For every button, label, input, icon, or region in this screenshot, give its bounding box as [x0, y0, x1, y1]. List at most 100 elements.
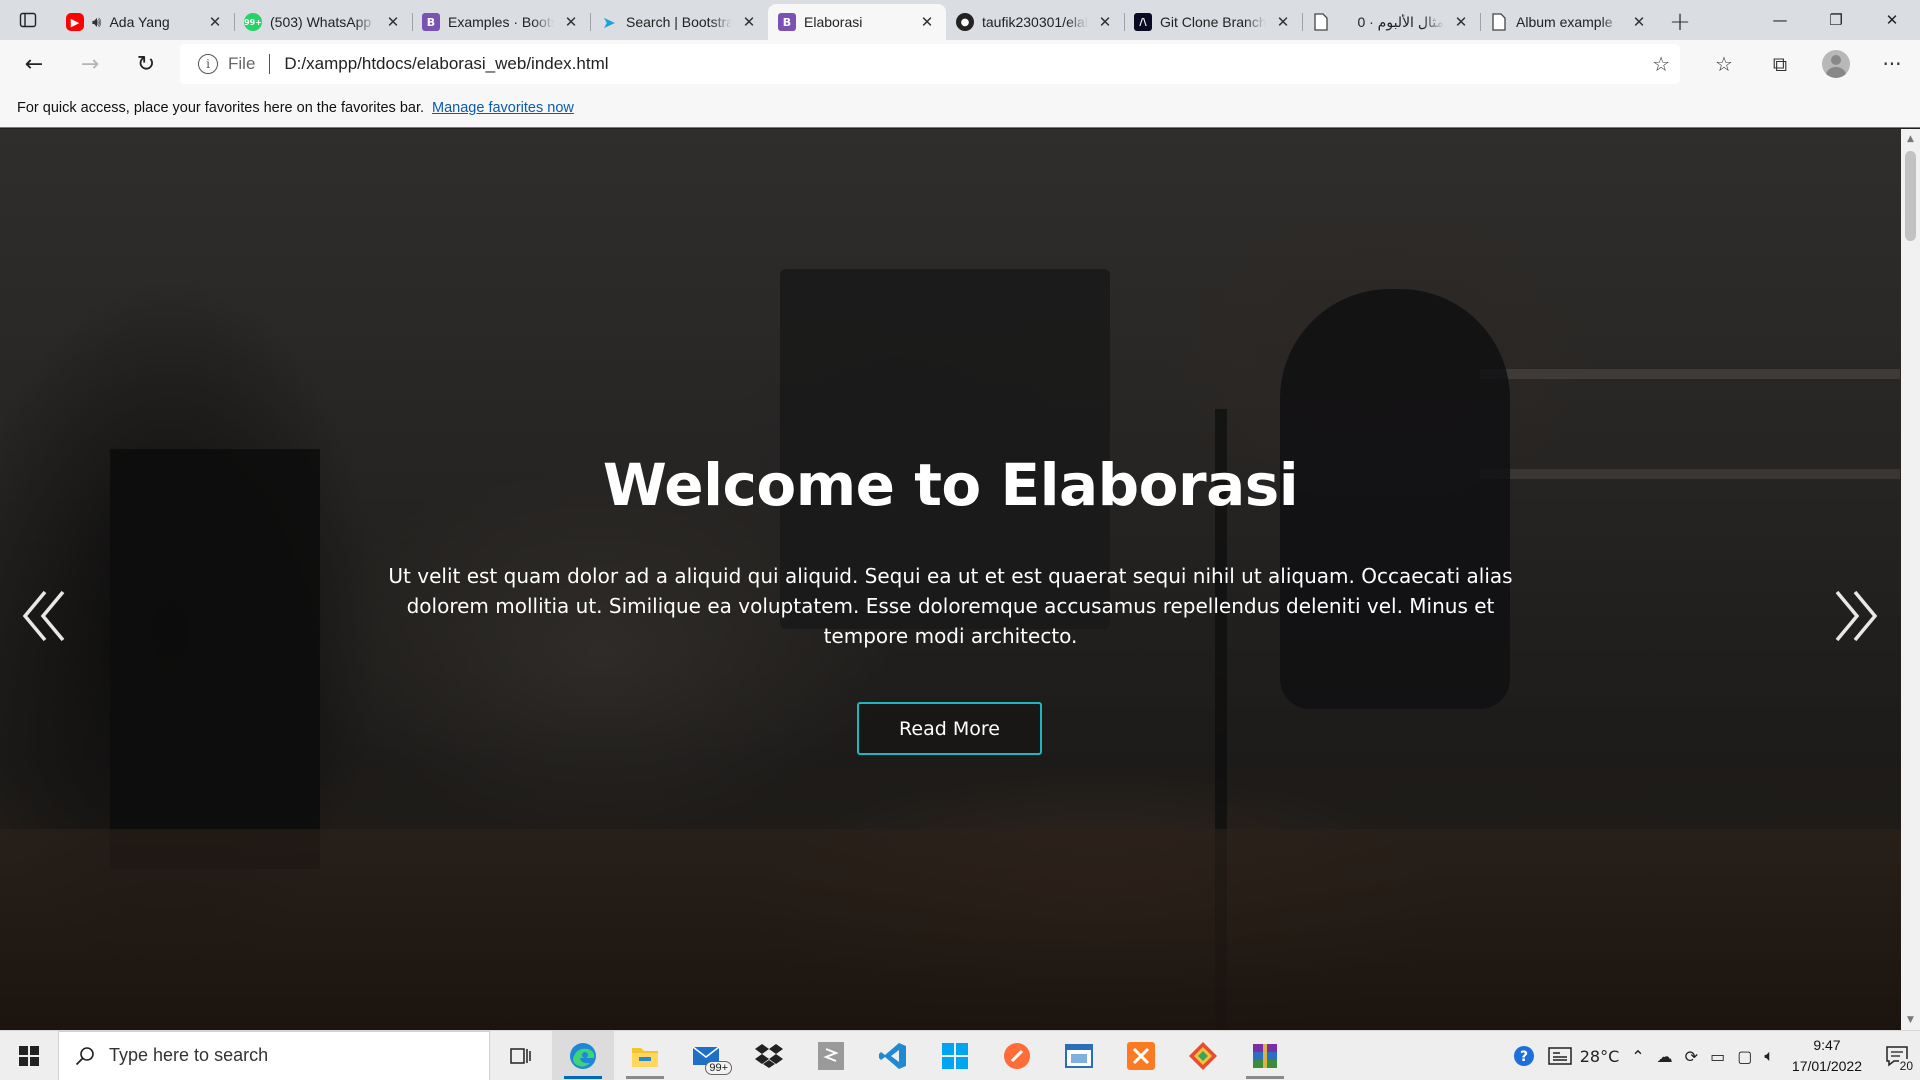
forward-button[interactable]: →	[70, 44, 110, 84]
favorites-bar-message: For quick access, place your favorites h…	[17, 99, 425, 116]
page-icon	[1312, 13, 1330, 31]
more-icon[interactable]: ···	[1864, 44, 1920, 84]
scroll-up-icon[interactable]: ▲	[1901, 131, 1920, 147]
close-icon[interactable]: ✕	[1274, 13, 1292, 31]
whatsapp-icon: 99+	[244, 13, 262, 31]
search-placeholder: Type here to search	[109, 1045, 269, 1065]
help-icon[interactable]: ?	[1506, 1031, 1542, 1080]
tab-arabic-album[interactable]: مثال الألبوم · 0 ✕	[1302, 4, 1480, 40]
tab-bootstrap-search[interactable]: ➤ Search | Bootstrap ✕	[590, 4, 768, 40]
tab-strip: ▶ 🔊︎ Ada Yang ✕ 99+ (503) WhatsApp ✕ B E…	[0, 0, 1920, 40]
display-icon[interactable]: ▢	[1731, 1031, 1758, 1080]
tab-elaborasi[interactable]: B Elaborasi ✕	[768, 4, 946, 40]
devto-icon: /\	[1134, 13, 1152, 31]
tab-title: Album example	[1516, 14, 1613, 30]
notifications-button[interactable]: 20	[1874, 1031, 1920, 1080]
close-icon[interactable]: ✕	[1096, 13, 1114, 31]
xampp-icon	[1127, 1041, 1155, 1070]
chevron-up-icon[interactable]: ⌃	[1625, 1031, 1650, 1080]
tab-album-example[interactable]: Album example ✕	[1480, 4, 1658, 40]
scroll-thumb[interactable]	[1905, 151, 1916, 241]
manage-favorites-link[interactable]: Manage favorites now	[432, 100, 574, 116]
minimize-button[interactable]: —	[1752, 0, 1808, 40]
system-tray: ? 28°C ⌃ ☁ ⟳ ▭ ▢ 🔈︎ 9:47 17/01/2022 20	[1506, 1031, 1920, 1080]
taskbar-xampp[interactable]	[1110, 1031, 1172, 1080]
tab-github[interactable]: ● taufik230301/elaborasi ✕	[946, 4, 1124, 40]
taskbar-sublime[interactable]	[800, 1031, 862, 1080]
collections-icon[interactable]: ⧉	[1752, 44, 1808, 84]
svg-text:?: ?	[1520, 1049, 1528, 1065]
page-scrollbar[interactable]: ▲ ▼	[1901, 129, 1920, 1030]
winrar-icon	[1253, 1043, 1277, 1068]
notification-count: 20	[1898, 1059, 1914, 1073]
info-icon[interactable]: i	[198, 54, 218, 74]
speaker-icon[interactable]: 🔊︎	[92, 13, 101, 31]
page-viewport: Welcome to Elaborasi Ut velit est quam d…	[0, 129, 1901, 1030]
windows-tiles-icon	[942, 1042, 968, 1069]
close-icon[interactable]: ✕	[206, 13, 224, 31]
tab-title: taufik230301/elaborasi	[982, 14, 1088, 30]
clock-time: 9:47	[1813, 1037, 1841, 1053]
taskbar-file-explorer[interactable]	[614, 1031, 676, 1080]
battery-icon[interactable]: ▭	[1704, 1031, 1731, 1080]
tab-whatsapp[interactable]: 99+ (503) WhatsApp ✕	[234, 4, 412, 40]
carousel-next-button[interactable]	[1826, 581, 1886, 651]
close-icon[interactable]: ✕	[740, 13, 758, 31]
tab-actions-button[interactable]	[0, 0, 56, 40]
close-icon[interactable]: ✕	[1630, 13, 1648, 31]
volume-icon[interactable]: 🔈︎	[1758, 1031, 1780, 1080]
start-button[interactable]	[0, 1031, 58, 1080]
double-chevron-left-icon	[22, 590, 65, 642]
close-icon[interactable]: ✕	[918, 13, 936, 31]
tab-git-clone[interactable]: /\ Git Clone Branch ✕	[1124, 4, 1302, 40]
taskbar-mail[interactable]: 99+	[676, 1031, 738, 1080]
postman-icon	[1004, 1042, 1030, 1069]
search-icon	[75, 1046, 94, 1065]
tab-bootstrap-examples[interactable]: B Examples · Bootstrap ✕	[412, 4, 590, 40]
task-view-button[interactable]	[490, 1031, 552, 1080]
close-icon[interactable]: ✕	[1452, 13, 1470, 31]
taskbar-windows-store[interactable]	[924, 1031, 986, 1080]
profile-button[interactable]	[1808, 44, 1864, 84]
add-favorite-icon[interactable]: ☆	[1652, 52, 1670, 76]
weather-widget[interactable]: 28°C	[1542, 1031, 1626, 1080]
close-window-button[interactable]: ✕	[1864, 0, 1920, 40]
taskbar-postman[interactable]	[986, 1031, 1048, 1080]
divider	[269, 54, 271, 74]
sync-icon[interactable]: ⟳	[1679, 1031, 1704, 1080]
edge-icon	[570, 1042, 596, 1069]
close-icon[interactable]: ✕	[562, 13, 580, 31]
address-bar[interactable]: i File D:/xampp/htdocs/elaborasi_web/ind…	[180, 44, 1680, 84]
network-status-icon[interactable]: ☁	[1651, 1031, 1679, 1080]
close-icon[interactable]: ✕	[384, 13, 402, 31]
new-tab-button[interactable]: +	[1658, 4, 1702, 40]
scroll-down-icon[interactable]: ▼	[1901, 1012, 1920, 1028]
url-text[interactable]: D:/xampp/htdocs/elaborasi_web/index.html	[284, 54, 608, 74]
tailwind-icon: ➤	[602, 12, 616, 32]
favorites-icon[interactable]: ☆	[1696, 44, 1752, 84]
refresh-button[interactable]: ↻	[126, 44, 166, 84]
back-button[interactable]: ←	[14, 44, 54, 84]
taskbar-edge[interactable]	[552, 1030, 614, 1080]
tab-title: Git Clone Branch	[1160, 14, 1266, 30]
taskbar-vscode[interactable]	[862, 1031, 924, 1080]
taskbar-search[interactable]: Type here to search	[58, 1030, 490, 1080]
read-more-button[interactable]: Read More	[857, 702, 1042, 755]
taskbar-dropbox[interactable]	[738, 1031, 800, 1080]
tab-title: Search | Bootstrap	[626, 14, 732, 30]
weather-temp: 28°C	[1579, 1046, 1620, 1066]
news-icon	[1547, 1047, 1572, 1065]
vscode-icon	[879, 1042, 906, 1069]
bootstrap-icon: B	[778, 13, 796, 31]
taskbar-app-window[interactable]	[1048, 1031, 1110, 1080]
carousel-prev-button[interactable]	[14, 581, 74, 651]
clock[interactable]: 9:47 17/01/2022	[1780, 1035, 1874, 1077]
taskbar-git[interactable]	[1172, 1031, 1234, 1080]
taskbar-winrar[interactable]	[1234, 1031, 1296, 1080]
restore-button[interactable]: ❐	[1808, 0, 1864, 40]
folder-icon	[632, 1047, 658, 1067]
tab-youtube[interactable]: ▶ 🔊︎ Ada Yang ✕	[56, 4, 234, 40]
github-icon: ●	[956, 13, 974, 31]
dropbox-icon	[755, 1043, 783, 1068]
app-window-icon	[1065, 1043, 1093, 1068]
